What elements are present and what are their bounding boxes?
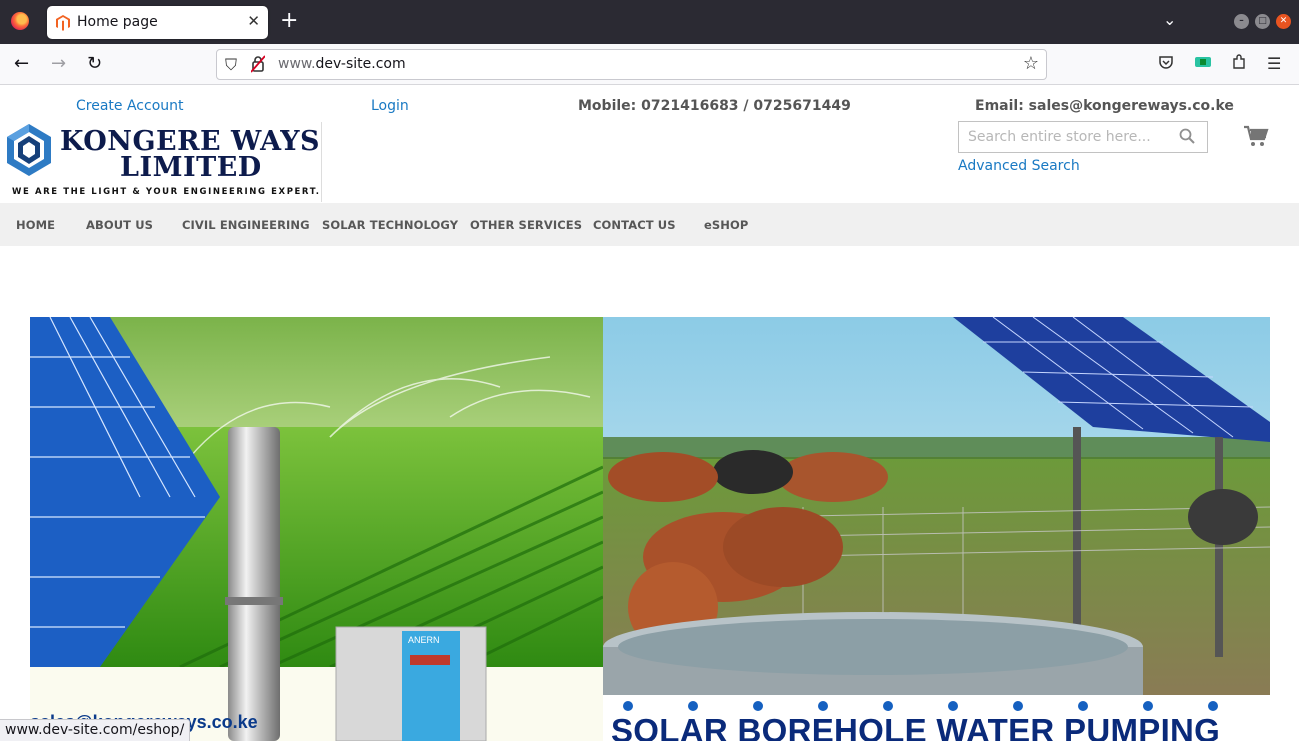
search-input[interactable] bbox=[959, 122, 1174, 152]
logo-line2: LIMITED bbox=[120, 152, 262, 183]
logo-tagline: WE ARE THE LIGHT & YOUR ENGINEERING EXPE… bbox=[12, 187, 321, 197]
cart-icon[interactable] bbox=[1243, 124, 1269, 148]
browser-nav-bar: ← → ↻ ⛉ www.dev-site.com ☆ ☰ bbox=[0, 44, 1299, 85]
main-navigation: HOME ABOUT US CIVIL ENGINEERING SOLAR TE… bbox=[0, 203, 1299, 246]
extension-badge-icon[interactable] bbox=[1195, 54, 1211, 73]
magento-favicon bbox=[56, 15, 70, 31]
create-account-link[interactable]: Create Account bbox=[76, 98, 184, 114]
search-icon[interactable] bbox=[1179, 128, 1195, 144]
url-prefix: www. bbox=[278, 56, 316, 72]
status-url-bar: www.dev-site.com/eshop/ bbox=[0, 719, 191, 741]
login-link[interactable]: Login bbox=[371, 98, 409, 114]
new-tab-icon[interactable]: + bbox=[280, 9, 298, 33]
pocket-icon[interactable] bbox=[1158, 54, 1174, 74]
logo-mark-icon bbox=[7, 124, 51, 176]
browser-tab-bar: Home page ✕ + ⌄ – □ ✕ bbox=[0, 0, 1299, 44]
nav-other-services[interactable]: OTHER SERVICES bbox=[470, 218, 582, 232]
pump-brand-label: ANERN bbox=[408, 635, 440, 645]
minimize-icon[interactable]: – bbox=[1234, 14, 1249, 29]
site-logo[interactable]: KONGERE WAYS LIMITED WE ARE THE LIGHT & … bbox=[4, 122, 322, 202]
url-text[interactable]: www.dev-site.com bbox=[278, 56, 406, 72]
banner-image-irrigation: ANERN sales@kongereways.co.ke bbox=[30, 317, 603, 741]
forward-arrow-icon[interactable]: → bbox=[51, 54, 66, 74]
url-bar[interactable]: ⛉ www.dev-site.com ☆ bbox=[216, 49, 1047, 80]
bookmark-star-icon[interactable]: ☆ bbox=[1023, 53, 1039, 74]
window-close-icon[interactable]: ✕ bbox=[1276, 14, 1291, 29]
reload-icon[interactable]: ↻ bbox=[87, 54, 102, 74]
extensions-icon[interactable] bbox=[1231, 54, 1247, 74]
url-domain: dev-site.com bbox=[315, 56, 406, 72]
email-info: Email: sales@kongereways.co.ke bbox=[975, 98, 1234, 114]
maximize-icon[interactable]: □ bbox=[1255, 14, 1270, 29]
hero-banner[interactable]: ANERN sales@kongereways.co.ke bbox=[30, 317, 1270, 741]
tab-list-chevron-icon[interactable]: ⌄ bbox=[1163, 10, 1176, 29]
tab-title: Home page bbox=[77, 14, 158, 30]
browser-tab-home[interactable]: Home page ✕ bbox=[47, 6, 268, 39]
firefox-icon bbox=[11, 12, 29, 30]
mobile-info: Mobile: 0721416683 / 0725671449 bbox=[578, 98, 851, 114]
nav-home[interactable]: HOME bbox=[16, 218, 55, 232]
window-controls: – □ ✕ bbox=[1234, 14, 1291, 29]
nav-about-us[interactable]: ABOUT US bbox=[86, 218, 153, 232]
back-arrow-icon[interactable]: ← bbox=[14, 54, 29, 74]
store-search bbox=[958, 121, 1208, 153]
decorative-dot-row bbox=[623, 701, 1218, 711]
advanced-search-link[interactable]: Advanced Search bbox=[958, 158, 1080, 174]
nav-contact-us[interactable]: CONTACT US bbox=[593, 218, 676, 232]
menu-icon[interactable]: ☰ bbox=[1267, 54, 1281, 73]
cattle-solar-pump-image bbox=[603, 317, 1270, 741]
nav-eshop[interactable]: eSHOP bbox=[704, 218, 748, 232]
banner-image-borehole: SOLAR BOREHOLE WATER PUMPING bbox=[603, 317, 1270, 741]
lock-icon[interactable] bbox=[251, 55, 265, 73]
web-page: Create Account Login Mobile: 0721416683 … bbox=[0, 86, 1299, 741]
nav-solar-technology[interactable]: SOLAR TECHNOLOGY bbox=[322, 218, 458, 232]
irrigation-scene-image: ANERN bbox=[30, 317, 603, 741]
shield-icon[interactable]: ⛉ bbox=[225, 55, 237, 75]
banner-caption: SOLAR BOREHOLE WATER PUMPING bbox=[611, 712, 1221, 741]
nav-civil-engineering[interactable]: CIVIL ENGINEERING bbox=[182, 218, 310, 232]
tab-close-icon[interactable]: ✕ bbox=[247, 12, 260, 30]
